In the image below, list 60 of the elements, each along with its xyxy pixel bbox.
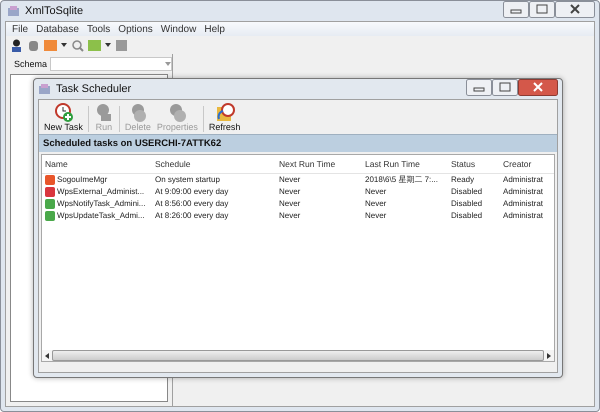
- menu-item[interactable]: Help: [200, 24, 229, 34]
- column-header[interactable]: Schedule: [152, 155, 276, 174]
- dialog-title: Task Scheduler: [56, 83, 132, 95]
- table-cell-text: Administrat: [502, 210, 544, 222]
- table-cell-text: Administrat: [502, 198, 544, 210]
- table-cell-text: Never: [278, 186, 302, 198]
- table-cell: SogouImeMgr: [57, 174, 108, 186]
- clock-plus-icon: [53, 102, 74, 122]
- table-cell-text: Administrat: [502, 186, 544, 198]
- table-cell-text: Never: [278, 210, 302, 222]
- table-cell-text: Never: [278, 198, 302, 210]
- table-cell-text: At 8:26:00 every day: [154, 210, 230, 222]
- column-header[interactable]: Status: [448, 155, 500, 174]
- caret-icon[interactable]: [105, 43, 111, 47]
- menu-item[interactable]: Database: [32, 24, 83, 34]
- table-cell-text: Disabled: [450, 186, 484, 198]
- search-icon[interactable]: [71, 38, 84, 52]
- column-header[interactable]: Next Run Time: [276, 155, 362, 174]
- table-cell-text: At 8:56:00 every day: [154, 198, 230, 210]
- app-icon: [7, 4, 20, 18]
- minimize-icon[interactable]: [466, 79, 492, 96]
- table-cell-text: At 9:09:00 every day: [154, 186, 230, 198]
- table-cell-text: Administrat: [502, 174, 544, 186]
- table-cell-text: Disabled: [450, 210, 484, 222]
- table-cell-text: Never: [278, 174, 302, 186]
- clock-folder-icon: [214, 102, 235, 122]
- table-cell: WpsNotifyTask_Admini...: [57, 198, 146, 210]
- app-icon: [38, 82, 51, 96]
- window-title: XmlToSqlite: [25, 5, 84, 17]
- table-cell: WpsUpdateTask_Admi...: [57, 210, 145, 222]
- menu-item[interactable]: Tools: [82, 24, 114, 34]
- schema-label: Schema: [14, 59, 48, 69]
- left-arrow-icon[interactable]: [44, 352, 50, 358]
- menu-item[interactable]: Window: [156, 24, 200, 34]
- scrollbar[interactable]: [42, 350, 554, 361]
- maximize-icon[interactable]: [492, 79, 518, 96]
- table-cell: WpsExternal_Administ...: [57, 186, 144, 198]
- caret-icon[interactable]: [61, 43, 67, 47]
- minimize-icon[interactable]: [503, 1, 529, 18]
- table-cell-text: 2018\6\5 星期二 7:...: [364, 174, 439, 186]
- column-header[interactable]: Creator: [500, 155, 554, 174]
- table-cell-text: Never: [364, 210, 388, 222]
- person-icon[interactable]: [10, 38, 23, 52]
- table-cell-text: Disabled: [450, 198, 484, 210]
- toolbar-button[interactable]: New Task: [41, 102, 86, 134]
- menu-item[interactable]: File: [8, 24, 32, 34]
- column-header[interactable]: Name: [42, 155, 152, 174]
- maximize-icon[interactable]: [529, 1, 555, 18]
- table-cell-text: On system startup: [154, 174, 221, 186]
- menu-item[interactable]: Options: [114, 24, 157, 34]
- circles-icon: [167, 102, 188, 122]
- right-arrow-icon[interactable]: [546, 352, 552, 358]
- close-icon[interactable]: [518, 79, 558, 96]
- close-icon[interactable]: [555, 1, 595, 18]
- table-cell-text: Never: [364, 198, 388, 210]
- table-cell-text: Ready: [450, 174, 476, 186]
- toolbar-button[interactable]: Refresh: [206, 102, 244, 134]
- section-heading: Scheduled tasks on USERCHI-7ATTK62: [39, 134, 557, 152]
- column-header[interactable]: Last Run Time: [362, 155, 448, 174]
- table-cell-text: Never: [364, 186, 388, 198]
